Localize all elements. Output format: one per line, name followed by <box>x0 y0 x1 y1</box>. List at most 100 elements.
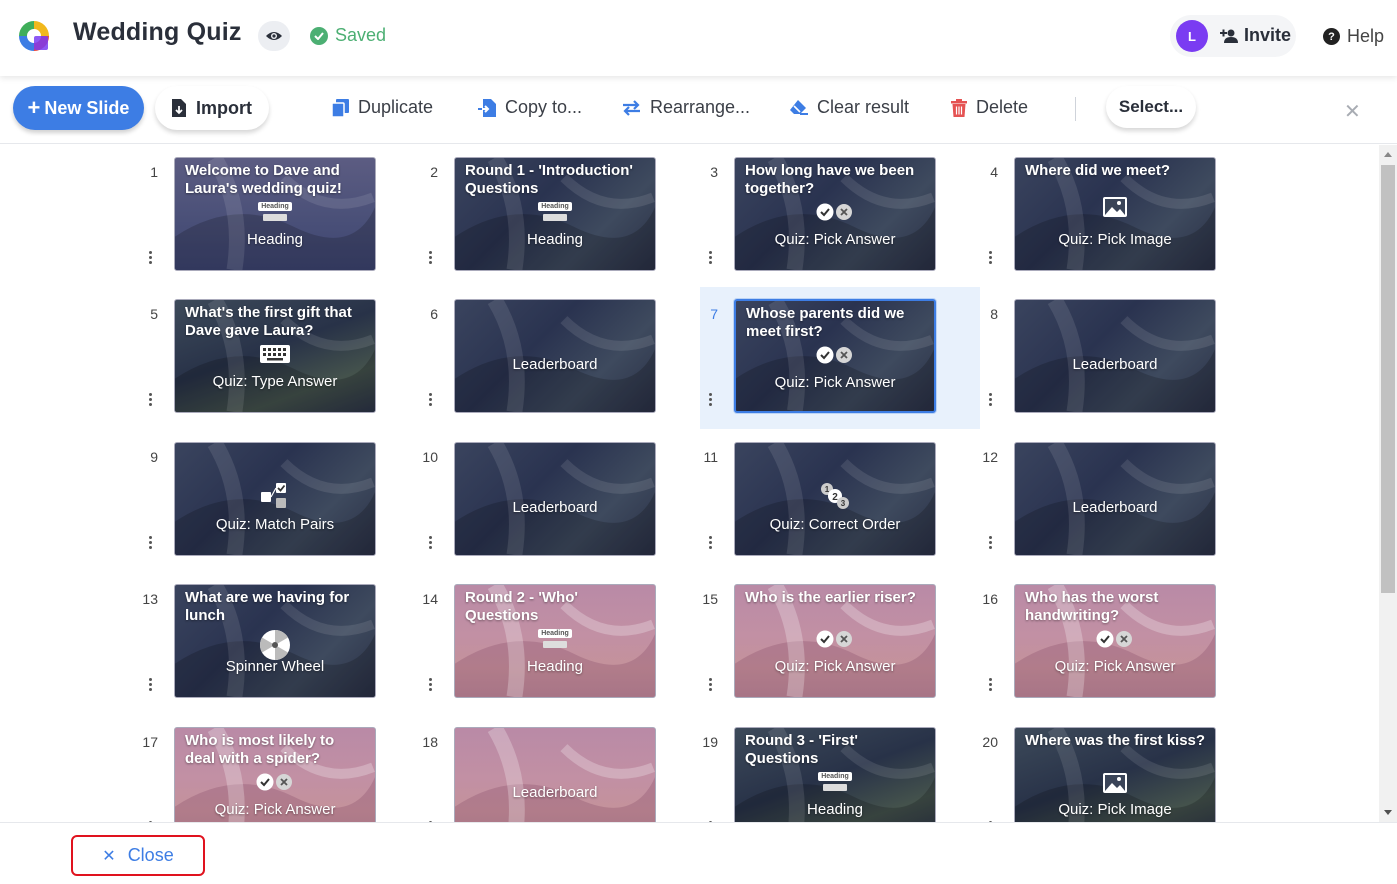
file-import-icon <box>172 99 186 117</box>
slide-tile[interactable]: 10 Leaderboard <box>420 430 700 572</box>
scroll-down-arrow-icon[interactable] <box>1384 810 1392 815</box>
slide-thumbnail[interactable]: 1 2 3 Quiz: Correct Order <box>734 442 936 556</box>
slide-menu-icon[interactable] <box>149 678 153 693</box>
app-logo-icon[interactable] <box>17 19 51 53</box>
slide-tile[interactable]: 2 Round 1 - 'Introduction' Questions Headi… <box>420 145 700 287</box>
slide-thumbnail[interactable]: Who is the earlier riser? Quiz: Pick Answ… <box>734 584 936 698</box>
slide-tile[interactable]: 9 Quiz: Match Pairs <box>140 430 420 572</box>
slide-menu-icon[interactable] <box>429 393 433 408</box>
duplicate-button[interactable]: Duplicate <box>332 97 433 118</box>
invite-button[interactable]: Invite <box>1220 25 1291 46</box>
slide-tile[interactable]: 17 Who is most likely to deal with a spid… <box>140 715 420 822</box>
slide-thumbnail[interactable]: Leaderboard <box>1014 299 1216 413</box>
slide-tile[interactable]: 4 Where did we meet? Quiz: Pick Image <box>980 145 1260 287</box>
slide-thumbnail[interactable]: Leaderboard <box>454 727 656 822</box>
clear-result-button[interactable]: Clear result <box>789 97 909 118</box>
scroll-thumb[interactable] <box>1381 165 1395 593</box>
slide-title: Round 3 - 'First' Questions <box>745 732 858 767</box>
close-x-icon: ✕ <box>102 847 116 865</box>
slide-thumbnail[interactable]: Leaderboard <box>454 442 656 556</box>
duplicate-label: Duplicate <box>358 97 434 117</box>
close-icon[interactable]: ✕ <box>1344 99 1361 124</box>
slide-type-label: Quiz: Match Pairs <box>215 516 335 533</box>
slide-menu-icon[interactable] <box>989 251 993 266</box>
slide-thumbnail[interactable]: What are we having for lunch Spinner Whee… <box>174 584 376 698</box>
slide-tile[interactable]: 8 Leaderboard <box>980 287 1260 429</box>
avatar[interactable]: L <box>1176 20 1208 52</box>
scroll-up-arrow-icon[interactable] <box>1384 152 1392 157</box>
slide-number: 9 <box>150 449 158 465</box>
slide-tile[interactable]: 1 Welcome to Dave and Laura's wedding qui… <box>140 145 420 287</box>
slide-tile[interactable]: 11 1 2 3 Quiz: Correct Order <box>700 430 980 572</box>
slide-menu-icon[interactable] <box>709 536 713 551</box>
slide-tile[interactable]: 13 What are we having for lunch Spinner Wh… <box>140 572 420 714</box>
slide-tile[interactable]: 3 How long have we been together? Quiz: Pi… <box>700 145 980 287</box>
slide-menu-icon[interactable] <box>149 393 153 408</box>
slide-type-label: Leaderboard <box>512 356 598 373</box>
slide-tile[interactable]: 20 Where was the first kiss? Quiz: Pick Im… <box>980 715 1260 822</box>
slide-title: Welcome to Dave and Laura's wedding quiz… <box>185 162 342 197</box>
vertical-scrollbar[interactable] <box>1379 145 1397 822</box>
slide-thumbnail[interactable]: Quiz: Match Pairs <box>174 442 376 556</box>
copy-to-button[interactable]: Copy to... <box>478 97 582 118</box>
slide-tile[interactable]: 6 Leaderboard <box>420 287 700 429</box>
slide-thumbnail[interactable]: Round 3 - 'First' Questions Heading Headin… <box>734 727 936 822</box>
slide-menu-icon[interactable] <box>989 536 993 551</box>
slide-thumbnail[interactable]: Where was the first kiss? Quiz: Pick Imag… <box>1014 727 1216 822</box>
slide-tile[interactable]: 7 Whose parents did we meet first? Quiz: P… <box>700 287 980 429</box>
slide-menu-icon[interactable] <box>709 678 713 693</box>
slide-menu-icon[interactable] <box>429 678 433 693</box>
slide-tile[interactable]: 18 Leaderboard <box>420 715 700 822</box>
slide-menu-icon[interactable] <box>429 536 433 551</box>
heading-pill-label: Heading <box>538 629 572 638</box>
help-link[interactable]: ? Help <box>1323 26 1384 47</box>
slide-title: Who has the worst handwriting? <box>1025 589 1159 624</box>
spinner-wheel-icon <box>259 630 290 660</box>
rearrange-button[interactable]: Rearrange... <box>622 97 750 118</box>
slide-tile[interactable]: 15 Who is the earlier riser? Quiz: Pick An… <box>700 572 980 714</box>
slide-thumbnail[interactable]: Round 1 - 'Introduction' Questions Headin… <box>454 157 656 271</box>
slide-type-label: Quiz: Correct Order <box>769 516 901 533</box>
slide-number: 20 <box>982 734 998 750</box>
footer-bar: ✕ Close <box>0 822 1397 884</box>
plus-icon: + <box>27 95 41 120</box>
slide-tile[interactable]: 19 Round 3 - 'First' Questions Heading Head… <box>700 715 980 822</box>
slide-thumbnail[interactable]: Leaderboard <box>454 299 656 413</box>
heading-pill-label: Heading <box>258 202 292 211</box>
slide-number: 10 <box>422 449 438 465</box>
slide-thumbnail[interactable]: Who is most likely to deal with a spider… <box>174 727 376 822</box>
preview-button[interactable] <box>258 21 290 51</box>
slide-tile[interactable]: 5 What's the first gift that Dave gave La… <box>140 287 420 429</box>
slide-thumbnail[interactable]: Where did we meet? Quiz: Pick Image <box>1014 157 1216 271</box>
slide-thumbnail[interactable]: Whose parents did we meet first? Quiz: Pi… <box>734 299 936 413</box>
slide-menu-icon[interactable] <box>429 251 433 266</box>
slide-thumbnail[interactable]: What's the first gift that Dave gave Lau… <box>174 299 376 413</box>
slide-thumbnail[interactable]: Welcome to Dave and Laura's wedding quiz… <box>174 157 376 271</box>
slide-type-label: Leaderboard <box>1072 356 1158 373</box>
close-button[interactable]: ✕ Close <box>71 835 205 876</box>
slide-thumbnail[interactable]: How long have we been together? Quiz: Pic… <box>734 157 936 271</box>
new-slide-button[interactable]: + New Slide <box>13 86 144 130</box>
slide-thumbnail[interactable]: Leaderboard <box>1014 442 1216 556</box>
import-button[interactable]: Import <box>155 86 269 130</box>
slide-menu-icon[interactable] <box>709 251 713 266</box>
slide-menu-icon[interactable] <box>989 393 993 408</box>
select-button[interactable]: Select... <box>1106 86 1196 128</box>
slide-title: What's the first gift that Dave gave Lau… <box>185 304 352 339</box>
slide-thumbnail[interactable]: Who has the worst handwriting? Quiz: Pick… <box>1014 584 1216 698</box>
slide-number: 19 <box>702 734 718 750</box>
slide-tile[interactable]: 12 Leaderboard <box>980 430 1260 572</box>
heading-pill-label: Heading <box>818 772 852 781</box>
slide-menu-icon[interactable] <box>709 393 713 408</box>
image-icon <box>1103 197 1127 217</box>
slide-number: 17 <box>142 734 158 750</box>
slide-menu-icon[interactable] <box>989 678 993 693</box>
slide-menu-icon[interactable] <box>149 251 153 266</box>
slide-thumbnail[interactable]: Round 2 - 'Who' Questions Heading Heading <box>454 584 656 698</box>
invite-label: Invite <box>1244 25 1292 45</box>
slide-menu-icon[interactable] <box>149 536 153 551</box>
slide-tile[interactable]: 14 Round 2 - 'Who' Questions Heading Headin… <box>420 572 700 714</box>
slide-type-icon <box>175 344 375 364</box>
slide-tile[interactable]: 16 Who has the worst handwriting? Quiz: Pi… <box>980 572 1260 714</box>
delete-button[interactable]: Delete <box>951 97 1028 118</box>
